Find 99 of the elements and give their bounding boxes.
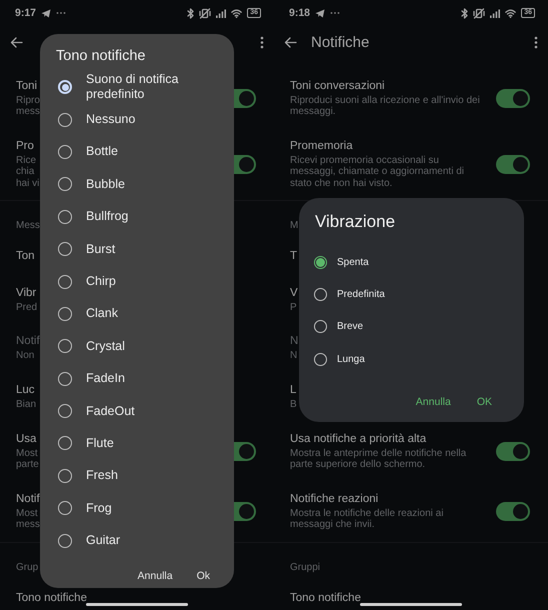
setting-title[interactable]: Pro — [16, 138, 34, 154]
radio-button[interactable] — [58, 210, 72, 224]
setting-description: Non — [16, 350, 34, 362]
option-label[interactable]: Crystal — [86, 338, 206, 354]
option-label[interactable]: FadeOut — [86, 404, 206, 419]
setting-title[interactable]: Vibr — [16, 286, 36, 301]
radio-button[interactable] — [58, 274, 72, 289]
setting-title[interactable]: L — [290, 383, 296, 398]
setting-title[interactable]: Luc — [16, 383, 35, 398]
toggle-switch[interactable] — [496, 88, 530, 108]
radio-button[interactable] — [58, 372, 72, 386]
option-label[interactable]: Suono di notifica predefinito — [86, 72, 206, 102]
setting-title[interactable]: Tono notifiche — [290, 591, 361, 606]
section-header: Grup — [16, 560, 38, 574]
setting-title[interactable]: Usa notifiche a priorità alta — [290, 432, 426, 447]
wifi-icon — [231, 8, 242, 18]
toggle-switch[interactable] — [496, 442, 530, 461]
setting-description: Ripro mess — [16, 94, 40, 118]
signal-icon — [490, 8, 500, 18]
dots-icon — [56, 11, 66, 15]
option-label[interactable]: Fresh — [86, 468, 206, 484]
dialog-button[interactable]: Ok — [196, 570, 210, 582]
option-label[interactable]: Nessuno — [86, 112, 206, 128]
signal-icon — [216, 8, 226, 18]
radio-button[interactable] — [314, 320, 327, 334]
setting-title[interactable]: Ton — [16, 249, 35, 264]
setting-description: N — [290, 350, 298, 362]
setting-description: Most mess — [16, 508, 40, 531]
radio-button[interactable] — [58, 177, 72, 192]
more-icon[interactable] — [534, 36, 538, 48]
status-time: 9:18 — [289, 7, 310, 19]
setting-description: P — [290, 302, 297, 314]
setting-description: Bian — [16, 399, 36, 411]
section-header: Mess — [16, 218, 40, 233]
radio-button[interactable] — [58, 534, 72, 548]
radio-button[interactable] — [58, 501, 72, 516]
setting-title[interactable]: Tono notifiche — [16, 591, 87, 606]
setting-description: Most parte — [16, 448, 39, 471]
setting-description: Rice chia hai vi — [16, 154, 40, 190]
radio-button[interactable] — [58, 436, 72, 450]
page-title: Notifiche — [311, 34, 370, 50]
option-label[interactable]: Clank — [86, 306, 206, 322]
setting-title[interactable]: Toni conversazioni — [290, 78, 385, 94]
more-icon[interactable] — [260, 36, 264, 48]
setting-title[interactable]: V — [290, 286, 298, 301]
option-label[interactable]: Lunga — [337, 354, 365, 365]
option-label[interactable]: Chirp — [86, 274, 206, 290]
radio-button[interactable] — [58, 404, 72, 418]
dialog-button[interactable]: Annulla — [138, 570, 173, 582]
dots-icon — [330, 11, 340, 15]
option-label[interactable]: Predefinita — [337, 289, 385, 300]
radio-button[interactable] — [58, 468, 72, 483]
setting-title[interactable]: Usa — [16, 432, 36, 447]
wifi-icon — [505, 8, 516, 18]
option-label[interactable]: Frog — [86, 500, 206, 516]
setting-title[interactable]: Notif — [16, 492, 40, 507]
option-label[interactable]: Bottle — [86, 144, 206, 160]
option-label[interactable]: Guitar — [86, 533, 206, 548]
setting-description: Pred — [16, 302, 38, 314]
vibrate-off-icon — [199, 8, 212, 18]
setting-description: Mostra le anteprime delle notifiche nella parte superiore dello schermo. — [290, 448, 468, 471]
setting-title[interactable]: Toni — [16, 78, 38, 94]
radio-button[interactable] — [58, 242, 72, 256]
setting-description: Ricevi promemoria occasionali su messaggi, chiamate o aggiornamenti di stato che non hai visto. — [290, 154, 465, 190]
radio-button[interactable] — [58, 306, 72, 321]
radio-button[interactable] — [314, 352, 327, 366]
option-label[interactable]: Spenta — [337, 256, 369, 268]
radio-button[interactable] — [314, 288, 327, 302]
dialog-button[interactable]: Annulla — [416, 396, 451, 408]
radio-button[interactable] — [58, 339, 72, 354]
setting-description: Riproduci suoni alla ricezione e all'invio dei messaggi. — [290, 94, 481, 118]
setting-description: Mostra le notifiche delle reazioni ai messaggi che invii. — [290, 508, 444, 531]
radio-button[interactable] — [58, 112, 72, 127]
back-icon[interactable] — [10, 36, 23, 48]
option-label[interactable]: Flute — [86, 436, 206, 451]
setting-title[interactable]: Promemoria — [290, 138, 353, 154]
option-label[interactable]: Breve — [337, 321, 364, 332]
section-header: Gruppi — [290, 560, 320, 574]
back-icon[interactable] — [284, 36, 297, 48]
toggle-switch[interactable] — [496, 502, 530, 521]
setting-title[interactable]: T — [290, 249, 298, 264]
dialog-title: Vibrazione — [314, 211, 396, 233]
radio-button[interactable] — [58, 144, 72, 159]
option-label[interactable]: FadeIn — [86, 371, 206, 386]
bluetooth-icon — [461, 8, 468, 18]
status-time: 9:17 — [15, 7, 36, 19]
radio-button[interactable] — [58, 80, 72, 94]
section-header: M — [290, 218, 298, 233]
toggle-switch[interactable] — [496, 154, 530, 174]
option-label[interactable]: Bubble — [86, 176, 206, 192]
option-label[interactable]: Burst — [86, 242, 206, 257]
setting-description: B — [290, 399, 297, 411]
dialog-button[interactable]: OK — [476, 396, 492, 408]
dialog-title: Tono notifiche — [55, 47, 146, 66]
bluetooth-icon — [187, 8, 194, 18]
option-label[interactable]: Bullfrog — [86, 209, 206, 224]
radio-button[interactable] — [314, 256, 327, 269]
vibrate-off-icon — [473, 8, 486, 18]
setting-title[interactable]: Notifiche reazioni — [290, 492, 378, 507]
